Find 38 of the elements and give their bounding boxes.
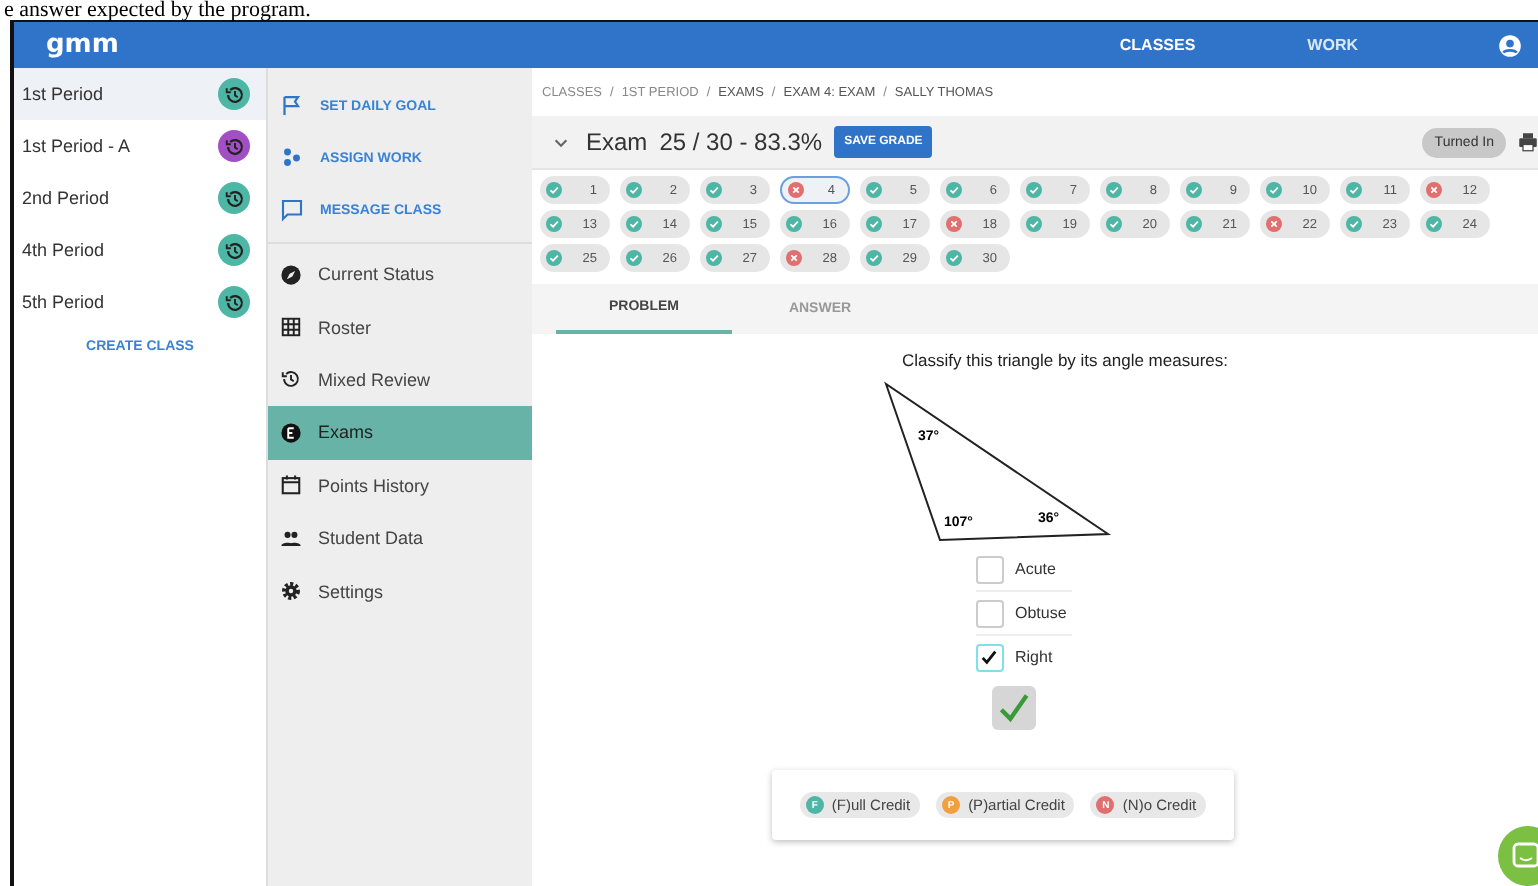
checkbox[interactable]: [975, 643, 1003, 671]
menu-icon: [280, 368, 302, 391]
class-item[interactable]: 2nd Period: [14, 172, 266, 224]
question-text: Classify this triangle by its angle measures:: [902, 350, 1228, 370]
menu-item[interactable]: Settings: [268, 564, 532, 618]
menu-item[interactable]: Exams: [268, 406, 532, 460]
tick-icon: [980, 648, 998, 666]
menu-item[interactable]: Current Status: [268, 248, 532, 301]
exam-title: Exam: [586, 128, 648, 156]
menu-icon: [280, 527, 302, 550]
account-icon[interactable]: [1498, 33, 1522, 57]
option-label: Right: [1015, 648, 1053, 666]
nav-link[interactable]: WORK: [1307, 36, 1358, 54]
checkbox[interactable]: [975, 555, 1003, 583]
action-icon: [280, 146, 304, 170]
class-item[interactable]: 1st Period - A: [14, 120, 266, 172]
menu-item[interactable]: Mixed Review: [268, 353, 532, 407]
class-item[interactable]: 1st Period: [14, 68, 266, 120]
action-icon: [280, 94, 304, 118]
nav-link[interactable]: CLASSES: [1119, 36, 1196, 54]
class-item[interactable]: 4th Period: [14, 224, 266, 276]
option-label: Obtuse: [1015, 604, 1067, 622]
checkbox[interactable]: [975, 599, 1003, 627]
menu-item[interactable]: Points History: [268, 459, 532, 512]
menu-icon: [280, 421, 302, 444]
menu-icon: [280, 474, 302, 497]
option-label: Acute: [1015, 560, 1056, 578]
menu-icon: [280, 263, 302, 286]
printer-icon[interactable]: [1518, 132, 1538, 152]
caption-text: e answer expected by the program.: [2, 0, 311, 20]
logo: gmm: [46, 30, 119, 60]
menu-icon: [280, 316, 302, 339]
menu-icon: [280, 580, 302, 603]
class-item[interactable]: 5th Period: [14, 276, 266, 328]
menu-item[interactable]: Roster: [268, 300, 532, 354]
action-icon: [280, 198, 304, 222]
menu-item[interactable]: Student Data: [268, 511, 532, 565]
exam-score: 25 / 30 - 83.3%: [659, 128, 823, 156]
